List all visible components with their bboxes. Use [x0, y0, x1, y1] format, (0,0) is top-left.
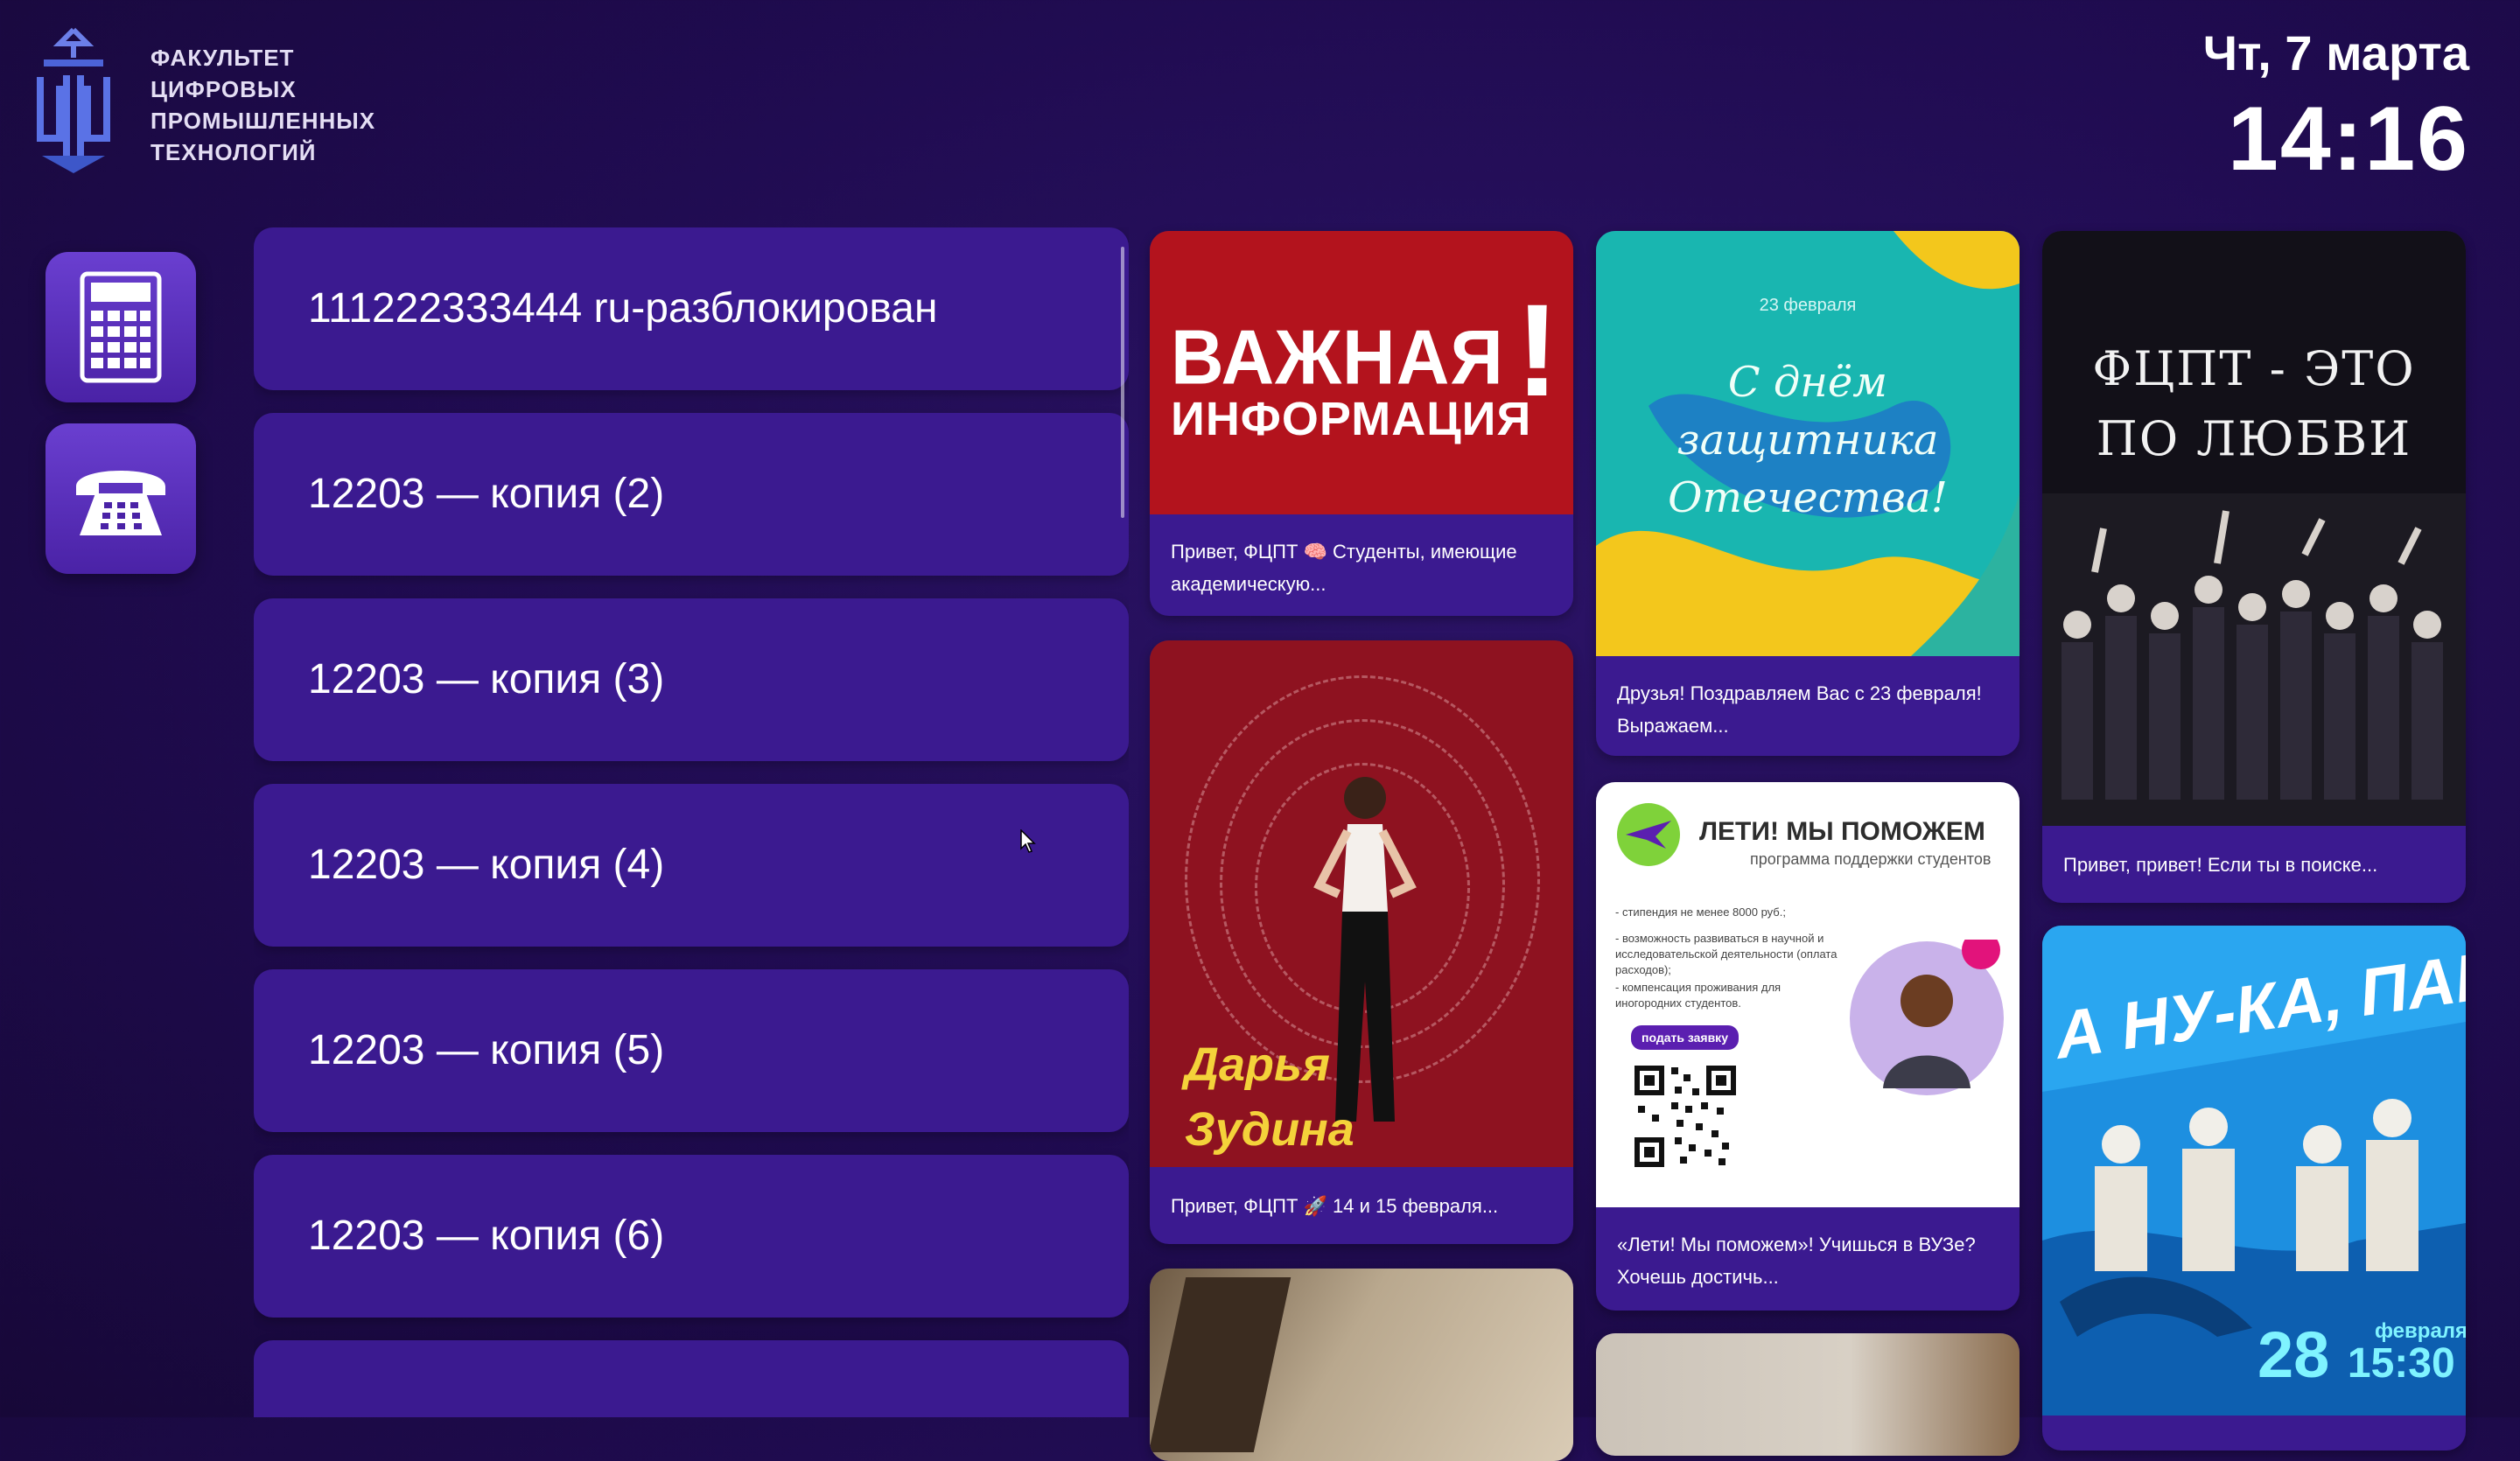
photo-image — [1150, 1269, 1573, 1461]
file-list[interactable]: 111222333444 ru-разблокирован 12203 — ко… — [254, 227, 1129, 1417]
news-card-parni[interactable]: А НУ-КА, ПАРНИ февраля 28 15:30 — [2042, 926, 2466, 1451]
feb-date: 23 февраля — [1759, 296, 1857, 315]
important-title-line1: ВАЖНАЯ — [1171, 313, 1504, 401]
telephone-icon — [76, 471, 165, 535]
list-item-label: 12203 — копия (2) — [308, 471, 665, 517]
parni-hour: 15:30 — [2347, 1340, 2455, 1387]
calculator-button[interactable] — [46, 252, 196, 402]
telephone-button[interactable] — [46, 423, 196, 574]
exclamation-mark: ! — [1516, 276, 1559, 423]
news-card-room[interactable] — [1596, 1333, 2020, 1456]
leti-program-image: ЛЕТИ! МЫ ПОМОЖЕМ программа поддержки сту… — [1596, 782, 2020, 1207]
news-card-leti[interactable]: ЛЕТИ! МЫ ПОМОЖЕМ программа поддержки сту… — [1596, 782, 2020, 1311]
list-item-label: 12203 — [308, 1367, 424, 1417]
miss-name: Дарья Зудина — [1185, 1032, 1354, 1162]
crowd-photo — [2042, 493, 2466, 826]
current-time: 14:16 — [2228, 88, 2469, 190]
faculty-name: ФАКУЛЬТЕТ ЦИФРОВЫХ ПРОМЫШЛЕННЫХ ТЕХНОЛОГ… — [150, 42, 375, 168]
list-item[interactable]: 12203 — копия (3) — [254, 598, 1129, 761]
list-item-label: 12203 — копия (4) — [308, 842, 665, 888]
leti-headline: ЛЕТИ! МЫ ПОМОЖЕМ — [1699, 817, 1985, 846]
list-scrollbar[interactable] — [1121, 247, 1124, 518]
feb-greeting: С днём защитника Отечества! — [1668, 358, 1948, 522]
mouse-pointer-icon — [1020, 829, 1036, 853]
miss-name-line2: Зудина — [1185, 1103, 1354, 1156]
list-item-label: 111222333444 ru-разблокирован — [308, 285, 938, 332]
list-item[interactable]: 12203 — копия (4) — [254, 784, 1129, 947]
card-caption: Привет, ФЦПТ 🚀 14 и 15 февраля... — [1171, 1195, 1499, 1217]
list-item-label: 12203 — копия (5) — [308, 1027, 665, 1073]
parni-contest-image: А НУ-КА, ПАРНИ февраля 28 15:30 — [2042, 926, 2466, 1416]
news-card-photo[interactable] — [1150, 1269, 1573, 1461]
love-title: ФЦПТ - ЭТО ПО ЛЮБВИ — [2042, 334, 2466, 474]
current-date: Чт, 7 марта — [2202, 25, 2469, 80]
list-item[interactable]: 12203 — копия (2) — [254, 413, 1129, 576]
love-title-line1: ФЦПТ - ЭТО — [2092, 341, 2416, 396]
leti-bullet: - компенсация проживания для иногородних… — [1615, 981, 1782, 1010]
news-card-february[interactable]: 23 февраля С днём защитника Отечества! Д… — [1596, 231, 2020, 756]
love-title-line2: ПО ЛЮБВИ — [2096, 411, 2412, 466]
apply-button[interactable]: подать заявку — [1631, 1025, 1739, 1050]
miss-name-line1: Дарья — [1185, 1038, 1330, 1091]
qr-code-icon — [1631, 1062, 1740, 1171]
news-card-miss[interactable]: Дарья Зудина Привет, ФЦПТ 🚀 14 и 15 февр… — [1150, 640, 1573, 1244]
card-caption: Друзья! Поздравляем Вас с 23 февраля! Вы… — [1617, 682, 1982, 737]
important-title-line2: ИНФОРМАЦИЯ — [1171, 393, 1532, 445]
parni-day: 28 — [2258, 1318, 2330, 1391]
faculty-name-line: ФАКУЛЬТЕТ — [150, 45, 295, 71]
room-photo — [1596, 1333, 2020, 1456]
list-item[interactable]: 12203 — [254, 1340, 1129, 1417]
list-item[interactable]: 111222333444 ru-разблокирован — [254, 227, 1129, 390]
faculty-name-line: ЦИФРОВЫХ — [150, 76, 297, 102]
bird-logo-icon — [1617, 803, 1680, 866]
card-caption: Привет, привет! Если ты в поиске... — [2063, 854, 2378, 876]
card-caption: Привет, ФЦПТ 🧠 Студенты, имеющие академи… — [1171, 541, 1517, 595]
card-caption: «Лети! Мы поможем»! Учишься в ВУЗе? Хоче… — [1617, 1234, 1976, 1288]
list-item[interactable]: 12203 — копия (6) — [254, 1155, 1129, 1318]
fcpt-love-image: ФЦПТ - ЭТО ПО ЛЮБВИ — [2042, 231, 2466, 826]
faculty-name-line: ПРОМЫШЛЕННЫХ — [150, 108, 376, 134]
list-item[interactable]: 12203 — копия (5) — [254, 969, 1129, 1132]
news-card-love[interactable]: ФЦПТ - ЭТО ПО ЛЮБВИ Привет, привет! Если… — [2042, 231, 2466, 903]
calculator-icon — [80, 271, 162, 383]
parni-datetime: 28 15:30 — [2258, 1318, 2455, 1392]
important-info-image: ВАЖНАЯ ИНФОРМАЦИЯ ! — [1150, 231, 1573, 514]
defender-day-image: 23 февраля С днём защитника Отечества! — [1596, 231, 2020, 656]
student-photo — [1850, 940, 2004, 1095]
list-item-label: 12203 — копия (6) — [308, 1213, 665, 1259]
miss-contest-image: Дарья Зудина — [1150, 640, 1573, 1167]
leti-bullet: - возможность развиваться в научной и ис… — [1615, 932, 1838, 976]
leti-subheadline: программа поддержки студентов — [1750, 850, 1992, 868]
faculty-name-line: ТЕХНОЛОГИЙ — [150, 139, 317, 165]
leti-bullet: - стипендия не менее 8000 руб.; — [1615, 905, 1786, 919]
faculty-logo — [37, 27, 110, 173]
news-card-important[interactable]: ВАЖНАЯ ИНФОРМАЦИЯ ! Привет, ФЦПТ 🧠 Студе… — [1150, 231, 1573, 616]
list-item-label: 12203 — копия (3) — [308, 656, 665, 703]
